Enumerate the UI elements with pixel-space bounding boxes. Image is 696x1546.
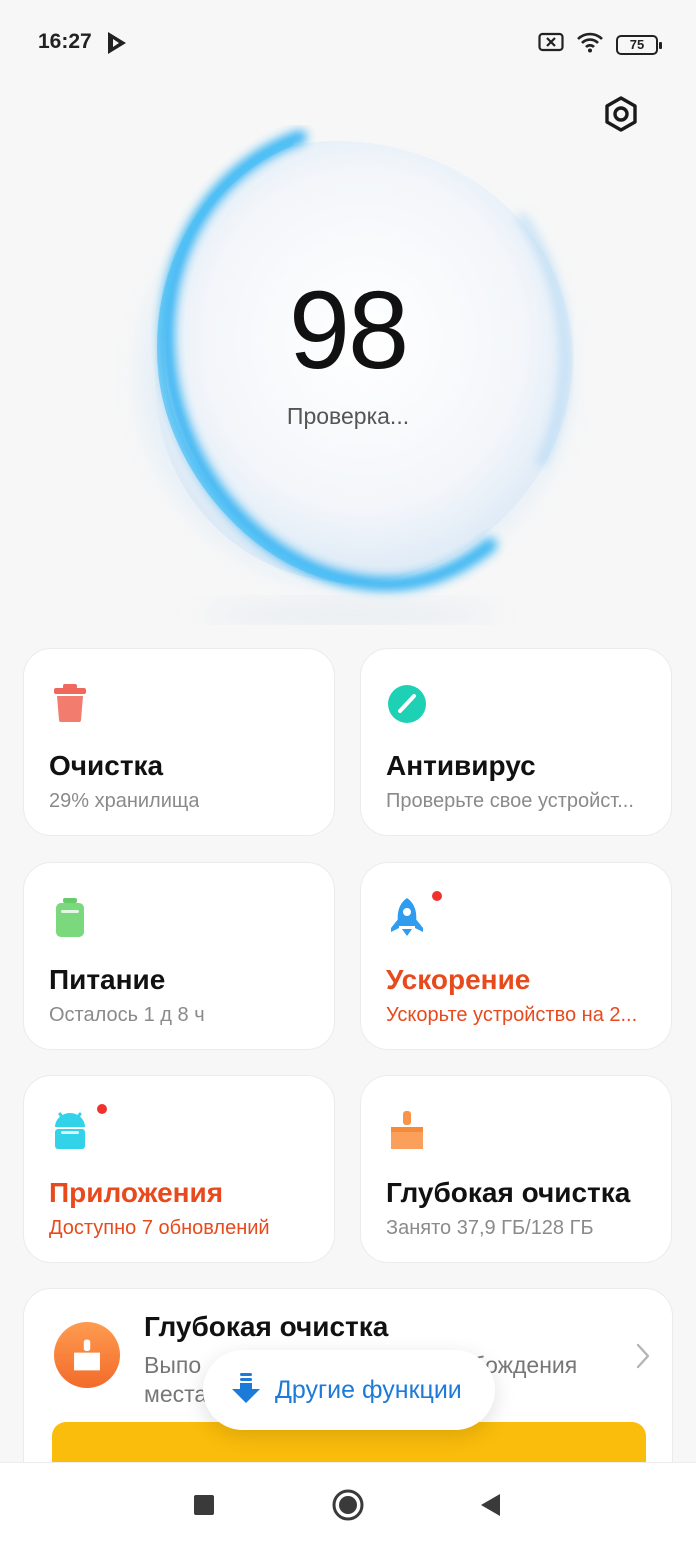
play-store-icon	[106, 31, 128, 60]
status-time: 16:27	[38, 30, 92, 53]
triangle-back-icon	[481, 1494, 500, 1516]
card-deep-clean[interactable]: Глубокая очистка Занято 37,9 ГБ/128 ГБ	[360, 1075, 672, 1263]
more-functions-label: Другие функции	[275, 1375, 462, 1404]
card-battery[interactable]: Питание Осталось 1 д 8 ч	[23, 862, 335, 1050]
card-title: Антивирус	[386, 750, 536, 781]
card-booster[interactable]: Ускорение Ускорьте устройство на 2...	[360, 862, 672, 1050]
card-cleaner[interactable]: Очистка 29% хранилища	[23, 648, 335, 836]
sim-off-icon	[538, 32, 564, 57]
card-title: Питание	[49, 964, 166, 995]
broom-icon	[54, 1322, 120, 1388]
battery-icon: 75	[616, 34, 662, 55]
card-title: Глубокая очистка	[386, 1177, 631, 1208]
gear-icon	[605, 96, 637, 132]
chevron-right-icon	[636, 1343, 650, 1374]
card-subtitle: Ускорьте устройство на 2...	[386, 1004, 638, 1026]
notification-dot	[432, 891, 442, 901]
card-subtitle: 29% хранилища	[49, 790, 200, 812]
card-title: Приложения	[49, 1177, 224, 1208]
scan-status: Проверка...	[286, 403, 410, 429]
card-apps[interactable]: Приложения Доступно 7 обновлений	[23, 1075, 335, 1263]
status-bar: 16:27 75	[0, 0, 696, 86]
card-subtitle: Занято 37,9 ГБ/128 ГБ	[386, 1217, 594, 1239]
system-nav-bar	[0, 1462, 696, 1546]
battery-icon	[49, 896, 91, 938]
back-button[interactable]	[472, 1487, 508, 1523]
notification-dot	[97, 1104, 107, 1114]
shield-gauge-icon	[386, 682, 428, 724]
card-title: Очистка	[49, 750, 164, 781]
card-subtitle: Проверьте свое устройст...	[386, 790, 634, 812]
android-icon	[49, 1109, 91, 1151]
card-title: Ускорение	[386, 964, 531, 995]
recents-button[interactable]	[186, 1487, 222, 1523]
settings-button[interactable]	[602, 95, 640, 133]
download-arrow-icon	[229, 1371, 263, 1410]
health-score: 98	[288, 269, 409, 392]
status-icons: 75	[538, 31, 662, 58]
circle-icon	[332, 1489, 364, 1521]
promo-title: Глубокая очистка	[144, 1311, 389, 1342]
card-antivirus[interactable]: Антивирус Проверьте свое устройст...	[360, 648, 672, 836]
more-functions-button[interactable]: Другие функции	[203, 1350, 495, 1430]
card-subtitle: Доступно 7 обновлений	[49, 1217, 270, 1239]
square-icon	[194, 1495, 214, 1515]
wifi-icon	[576, 31, 604, 58]
rocket-icon	[386, 896, 428, 938]
home-button[interactable]	[330, 1487, 366, 1523]
card-subtitle: Осталось 1 д 8 ч	[49, 1004, 205, 1026]
trash-icon	[49, 682, 91, 724]
broom-icon	[386, 1109, 428, 1151]
